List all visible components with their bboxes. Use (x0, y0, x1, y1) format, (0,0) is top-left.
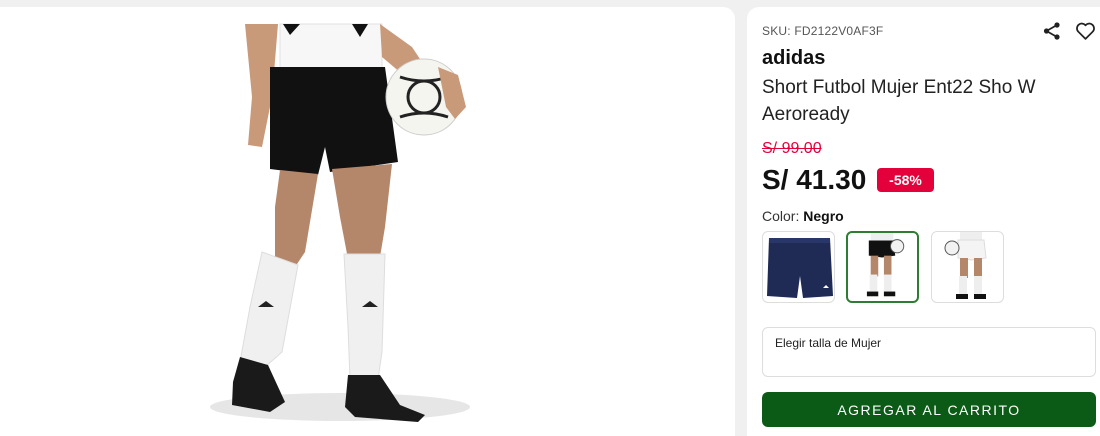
size-selector[interactable]: Elegir talla de Mujer (762, 327, 1096, 377)
sale-price: S/ 41.30 (762, 164, 867, 195)
size-selector-placeholder: Elegir talla de Mujer (775, 336, 882, 350)
black-shorts-thumbnail (866, 233, 905, 297)
add-to-cart-button[interactable]: AGREGAR AL CARRITO (762, 392, 1096, 427)
product-image-panel (0, 7, 735, 436)
color-label: Color: (762, 208, 800, 224)
color-label-row: Color: Negro (762, 208, 844, 224)
product-title: Short Futbol Mujer Ent22 Sho W Aeroready (762, 77, 1036, 125)
product-main-image[interactable] (0, 7, 735, 436)
color-swatch-white[interactable] (931, 231, 1004, 303)
navy-shorts-thumbnail (767, 238, 833, 298)
color-swatch-black[interactable] (846, 231, 919, 303)
selected-color: Negro (803, 208, 844, 224)
product-info-panel: SKU: FD2122V0AF3F adidas Short Futbol Mu… (747, 7, 1100, 436)
brand-name[interactable]: adidas (762, 47, 825, 70)
white-shorts-thumbnail (944, 232, 987, 299)
heart-icon[interactable] (1075, 21, 1096, 41)
product-page: SKU: FD2122V0AF3F adidas Short Futbol Mu… (0, 0, 1100, 436)
discount-badge: -58% (877, 168, 934, 192)
color-swatch-navy[interactable] (762, 231, 835, 303)
share-icon[interactable] (1042, 21, 1062, 41)
sku-label: SKU: FD2122V0AF3F (762, 24, 884, 38)
original-price: S/ 99.00 (762, 140, 822, 157)
